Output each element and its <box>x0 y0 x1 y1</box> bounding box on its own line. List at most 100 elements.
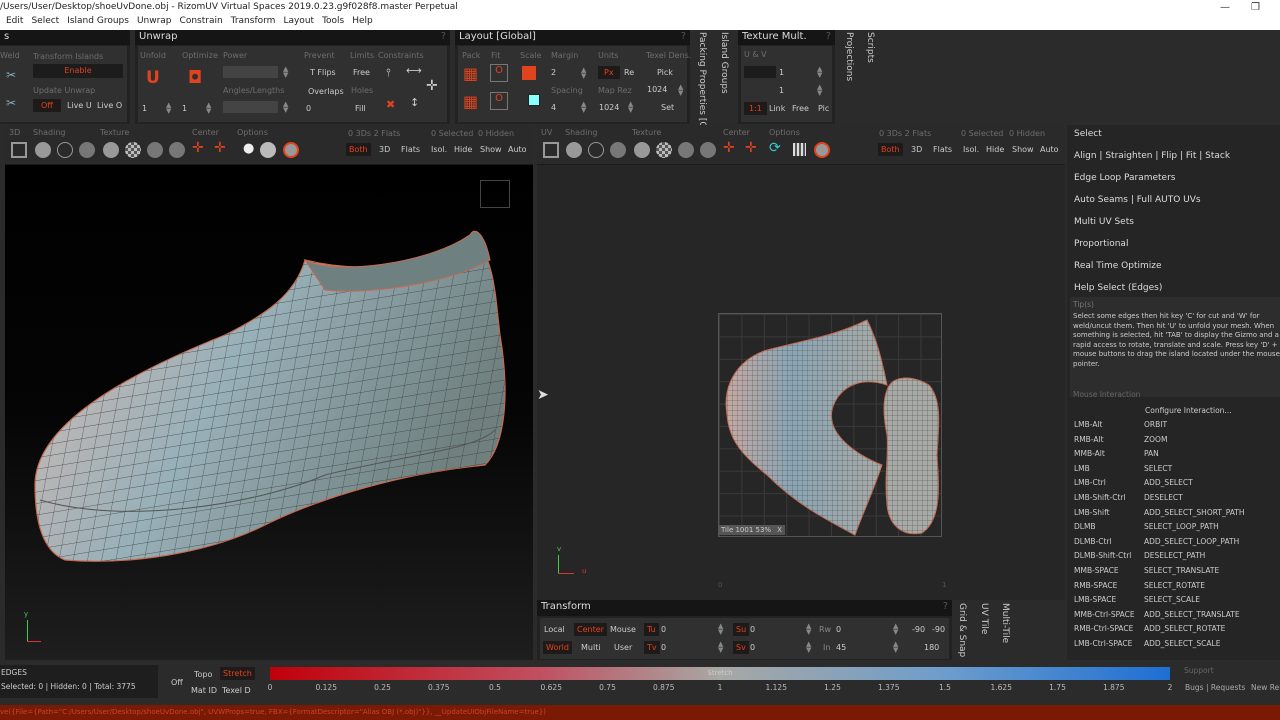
in-input[interactable]: 45 <box>836 643 846 652</box>
section-align[interactable]: Align | Straighten | Flip | Fit | Stack <box>1074 151 1230 161</box>
texture-off-icon[interactable] <box>634 142 650 158</box>
limits-free-button[interactable]: Free <box>353 68 370 77</box>
v-mult-input[interactable]: 1 <box>779 86 784 95</box>
angles-spinner[interactable]: ▲ ▼ <box>283 101 288 114</box>
pack-icon[interactable]: ▦ <box>463 64 478 83</box>
menu-tools[interactable]: Tools <box>322 16 344 30</box>
section-edge-loop[interactable]: Edge Loop Parameters <box>1074 173 1175 183</box>
rotate-180-button[interactable]: 180 <box>924 643 939 652</box>
map-rez-input[interactable]: 1024 <box>599 103 619 112</box>
center-gizmo-icon[interactable]: ✛ <box>214 140 226 156</box>
menu-transform[interactable]: Transform <box>231 16 276 30</box>
center-button[interactable]: Center <box>574 623 607 636</box>
texture-icon[interactable] <box>678 142 694 158</box>
show-button[interactable]: Show <box>480 145 502 154</box>
tv-button[interactable]: Tv <box>644 641 660 654</box>
rw-input[interactable]: 0 <box>836 625 841 634</box>
tab-packing-properties[interactable]: Packing Properties [C <box>697 32 707 128</box>
background-icon[interactable] <box>283 142 299 158</box>
fit-icon[interactable]: O <box>490 64 508 82</box>
menu-help[interactable]: Help <box>352 16 373 30</box>
frame-icon[interactable] <box>11 142 27 158</box>
shaded-wire-icon[interactable] <box>79 142 95 158</box>
isolate-button[interactable]: Isol. <box>963 145 979 154</box>
viewport-3d[interactable]: y <box>5 165 533 660</box>
rotate-minus-90-button[interactable]: -90 <box>912 625 925 634</box>
light-icon[interactable]: ● <box>243 141 254 156</box>
tab-grid-snap[interactable]: Grid & Snap <box>957 603 967 657</box>
flat-shading-icon[interactable] <box>566 142 582 158</box>
grid-icon[interactable] <box>793 143 806 156</box>
texel-density-input[interactable]: 1024 <box>647 85 667 94</box>
tu-button[interactable]: Tu <box>644 623 659 636</box>
fill-holes-button[interactable]: Fill <box>355 104 366 113</box>
environment-icon[interactable] <box>260 142 276 158</box>
texture-off-icon[interactable] <box>103 142 119 158</box>
color-off-button[interactable]: Off <box>171 678 183 687</box>
configure-interaction-button[interactable]: Configure Interaction... <box>1145 406 1232 415</box>
margin-spinner[interactable]: ▲ ▼ <box>581 67 586 80</box>
section-help-select[interactable]: Help Select (Edges) <box>1074 283 1162 293</box>
tv-spinner[interactable]: ▲ ▼ <box>718 641 723 654</box>
color-matid-button[interactable]: Mat ID <box>191 686 217 695</box>
overlaps-value[interactable]: 0 <box>306 104 311 113</box>
units-px-button[interactable]: Px <box>598 66 620 79</box>
section-select[interactable]: Select <box>1074 129 1102 139</box>
texture-alt-icon[interactable] <box>700 142 716 158</box>
su-button[interactable]: Su <box>733 623 750 636</box>
sv-input[interactable]: 0 <box>750 643 755 652</box>
view-cube-icon[interactable] <box>480 180 510 208</box>
v-mult-spinner[interactable]: ▲ ▼ <box>817 84 822 97</box>
optimize-button[interactable]: ◘ <box>188 68 202 88</box>
section-auto-seams[interactable]: Auto Seams | Full AUTO UVs <box>1074 195 1201 205</box>
restore-button[interactable]: ❐ <box>1251 2 1260 13</box>
menu-unwrap[interactable]: Unwrap <box>137 16 172 30</box>
unfold-button[interactable]: U <box>146 68 160 88</box>
spacing-input[interactable]: 4 <box>551 103 556 112</box>
color-topo-button[interactable]: Topo <box>194 670 212 679</box>
su-input[interactable]: 0 <box>750 625 755 634</box>
weld-icon[interactable]: ✂ <box>6 68 16 82</box>
texel-pick-button[interactable]: Pick <box>657 68 673 77</box>
menu-layout[interactable]: Layout <box>283 16 314 30</box>
optimize-iterations[interactable]: 1 <box>182 104 187 113</box>
su-spinner[interactable]: ▲ ▼ <box>806 623 811 636</box>
3d-button[interactable]: 3D <box>911 145 922 154</box>
unfold-iterations[interactable]: 1 <box>142 104 147 113</box>
enable-button[interactable]: Enable <box>33 64 123 78</box>
horizontal-constraint-icon[interactable]: ⟷ <box>406 64 422 77</box>
live-o-button[interactable]: Live O <box>97 101 122 110</box>
optimize-spinner[interactable]: ▲ ▼ <box>206 102 211 115</box>
bugs-requests-link[interactable]: Bugs | Requests <box>1185 683 1245 692</box>
tab-uv-tile[interactable]: UV Tile <box>979 603 989 634</box>
t-flips-button[interactable]: T Flips <box>310 68 336 77</box>
local-button[interactable]: Local <box>544 625 565 634</box>
background-icon[interactable] <box>814 142 830 158</box>
pack-rotate-icon[interactable]: ▦ <box>463 92 478 111</box>
section-multi-uv-sets[interactable]: Multi UV Sets <box>1074 217 1134 227</box>
uv-swatch[interactable] <box>744 66 776 78</box>
auto-button[interactable]: Auto <box>508 145 527 154</box>
texel-set-button[interactable]: Set <box>661 103 674 112</box>
live-u-button[interactable]: Live U <box>67 101 92 110</box>
texel-spinner[interactable]: ▲ ▼ <box>678 84 683 97</box>
sv-button[interactable]: Sv <box>733 641 749 654</box>
texture-alt-icon[interactable] <box>169 142 185 158</box>
section-real-time-optimize[interactable]: Real Time Optimize <box>1074 261 1162 271</box>
tab-projections[interactable]: Projections <box>844 32 854 81</box>
help-button[interactable]: ? <box>441 31 446 42</box>
tv-input[interactable]: 0 <box>661 643 666 652</box>
menu-select[interactable]: Select <box>31 16 59 30</box>
wireframe-icon[interactable] <box>588 142 604 158</box>
spacing-spinner[interactable]: ▲ ▼ <box>581 101 586 114</box>
units-re-button[interactable]: Re <box>624 68 634 77</box>
power-slider[interactable] <box>223 66 278 78</box>
checker-icon[interactable] <box>125 142 141 158</box>
clear-constraints-icon[interactable]: ✛ <box>426 78 438 94</box>
angles-slider[interactable] <box>223 101 278 113</box>
flats-button[interactable]: Flats <box>401 145 420 154</box>
rotate-lock-icon[interactable]: ⟳ <box>769 140 781 156</box>
tab-island-groups[interactable]: Island Groups <box>719 32 729 94</box>
mouse-button[interactable]: Mouse <box>610 625 636 634</box>
3d-button[interactable]: 3D <box>379 145 390 154</box>
